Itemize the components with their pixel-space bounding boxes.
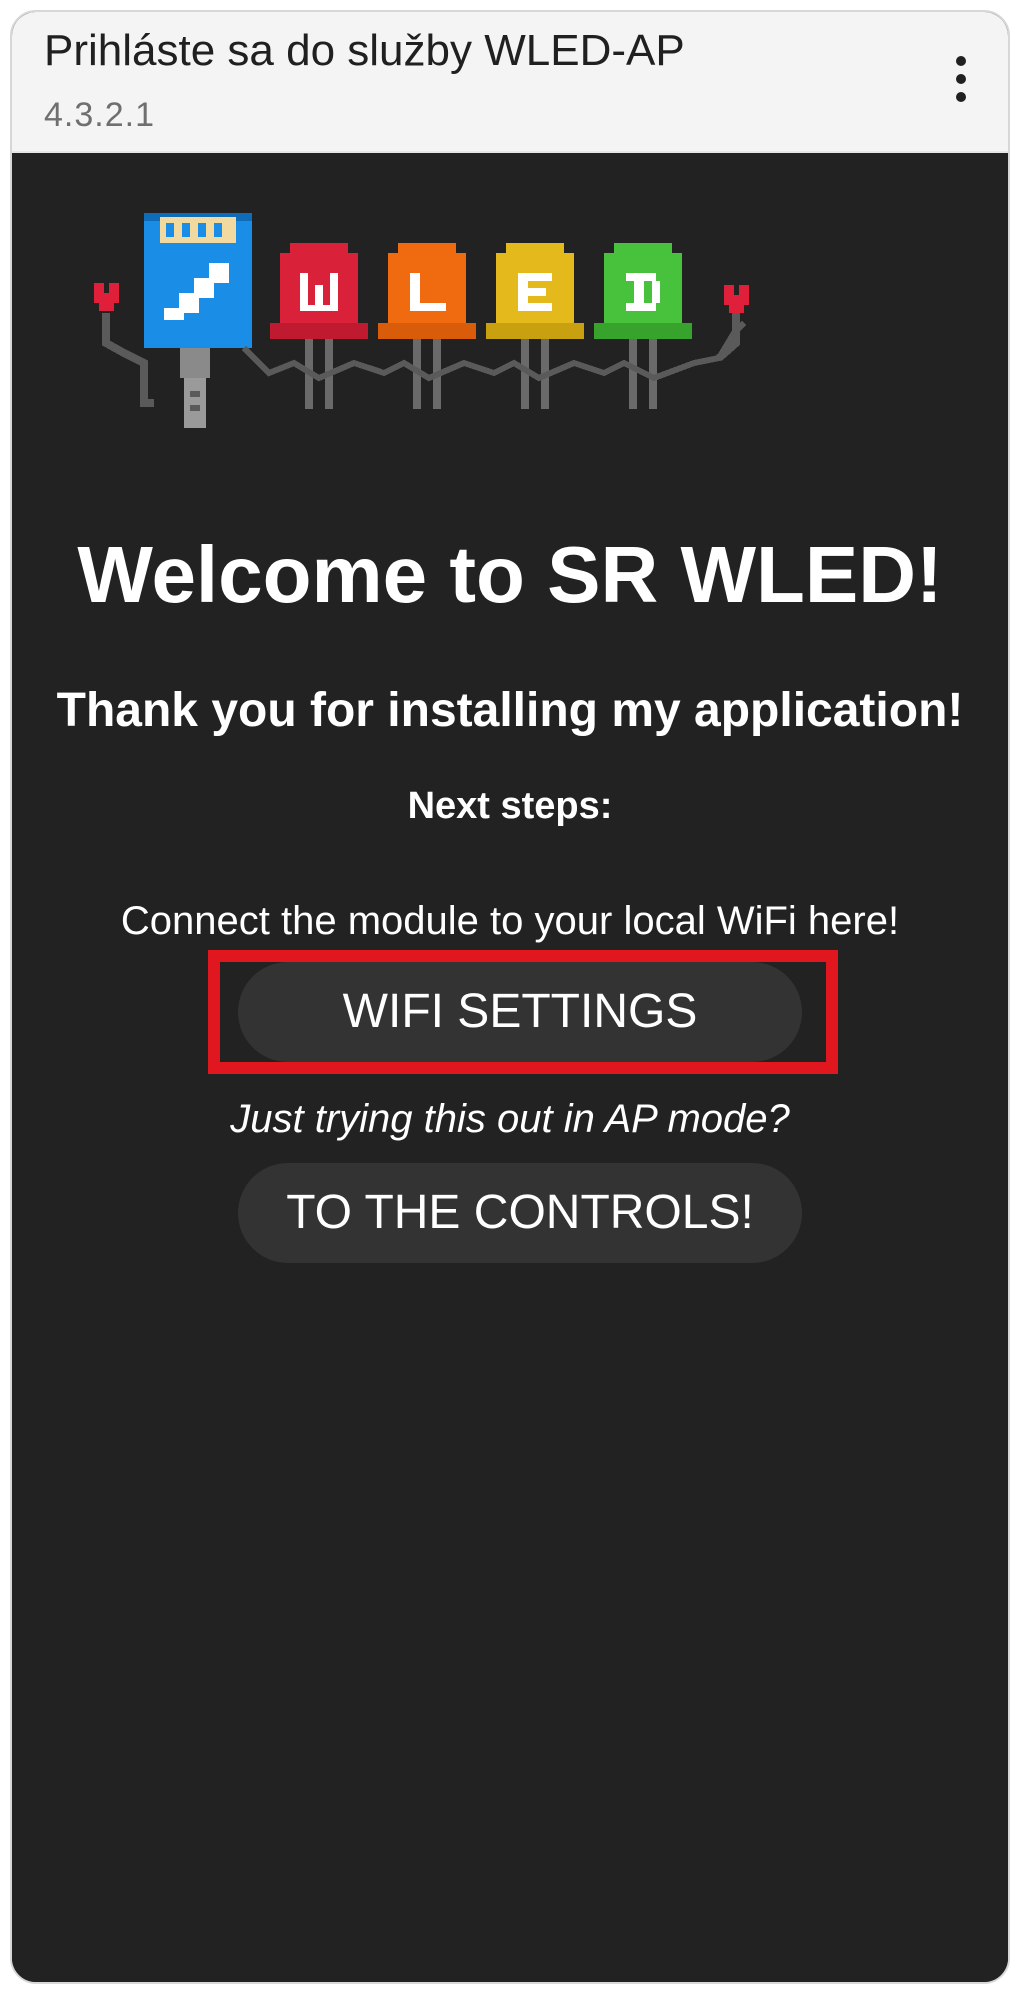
wled-logo [94,213,934,463]
led-w-red [270,243,368,409]
to-the-controls-button[interactable]: TO THE CONTROLS! [238,1163,802,1263]
dialog-title: Prihláste sa do služby WLED-AP [44,26,685,75]
ap-mode-text: Just trying this out in AP mode? [230,1097,790,1141]
led-l-orange [378,243,476,409]
led-e-yellow [486,243,584,409]
dialog-subtitle: 4.3.2.1 [44,96,155,134]
led-d-green [594,243,692,409]
right-heart-icon [724,285,749,313]
wifi-settings-button[interactable]: WIFI SETTINGS [238,962,802,1062]
connect-text: Connect the module to your local WiFi he… [120,899,900,943]
module-graphic [144,213,252,428]
thanks-text: Thank you for installing my application! [56,684,964,737]
welcome-heading: Welcome to SR WLED! [77,530,943,619]
captive-portal-window: Prihláste sa do služby WLED-AP 4.3.2.1 W… [10,10,1010,1984]
more-vertical-icon[interactable] [956,56,968,102]
left-heart-icon [94,283,119,311]
page-content: Welcome to SR WLED! Thank you for instal… [12,153,1008,1982]
title-bar: Prihláste sa do služby WLED-AP 4.3.2.1 [12,12,1008,153]
next-steps-label: Next steps: [407,785,613,827]
